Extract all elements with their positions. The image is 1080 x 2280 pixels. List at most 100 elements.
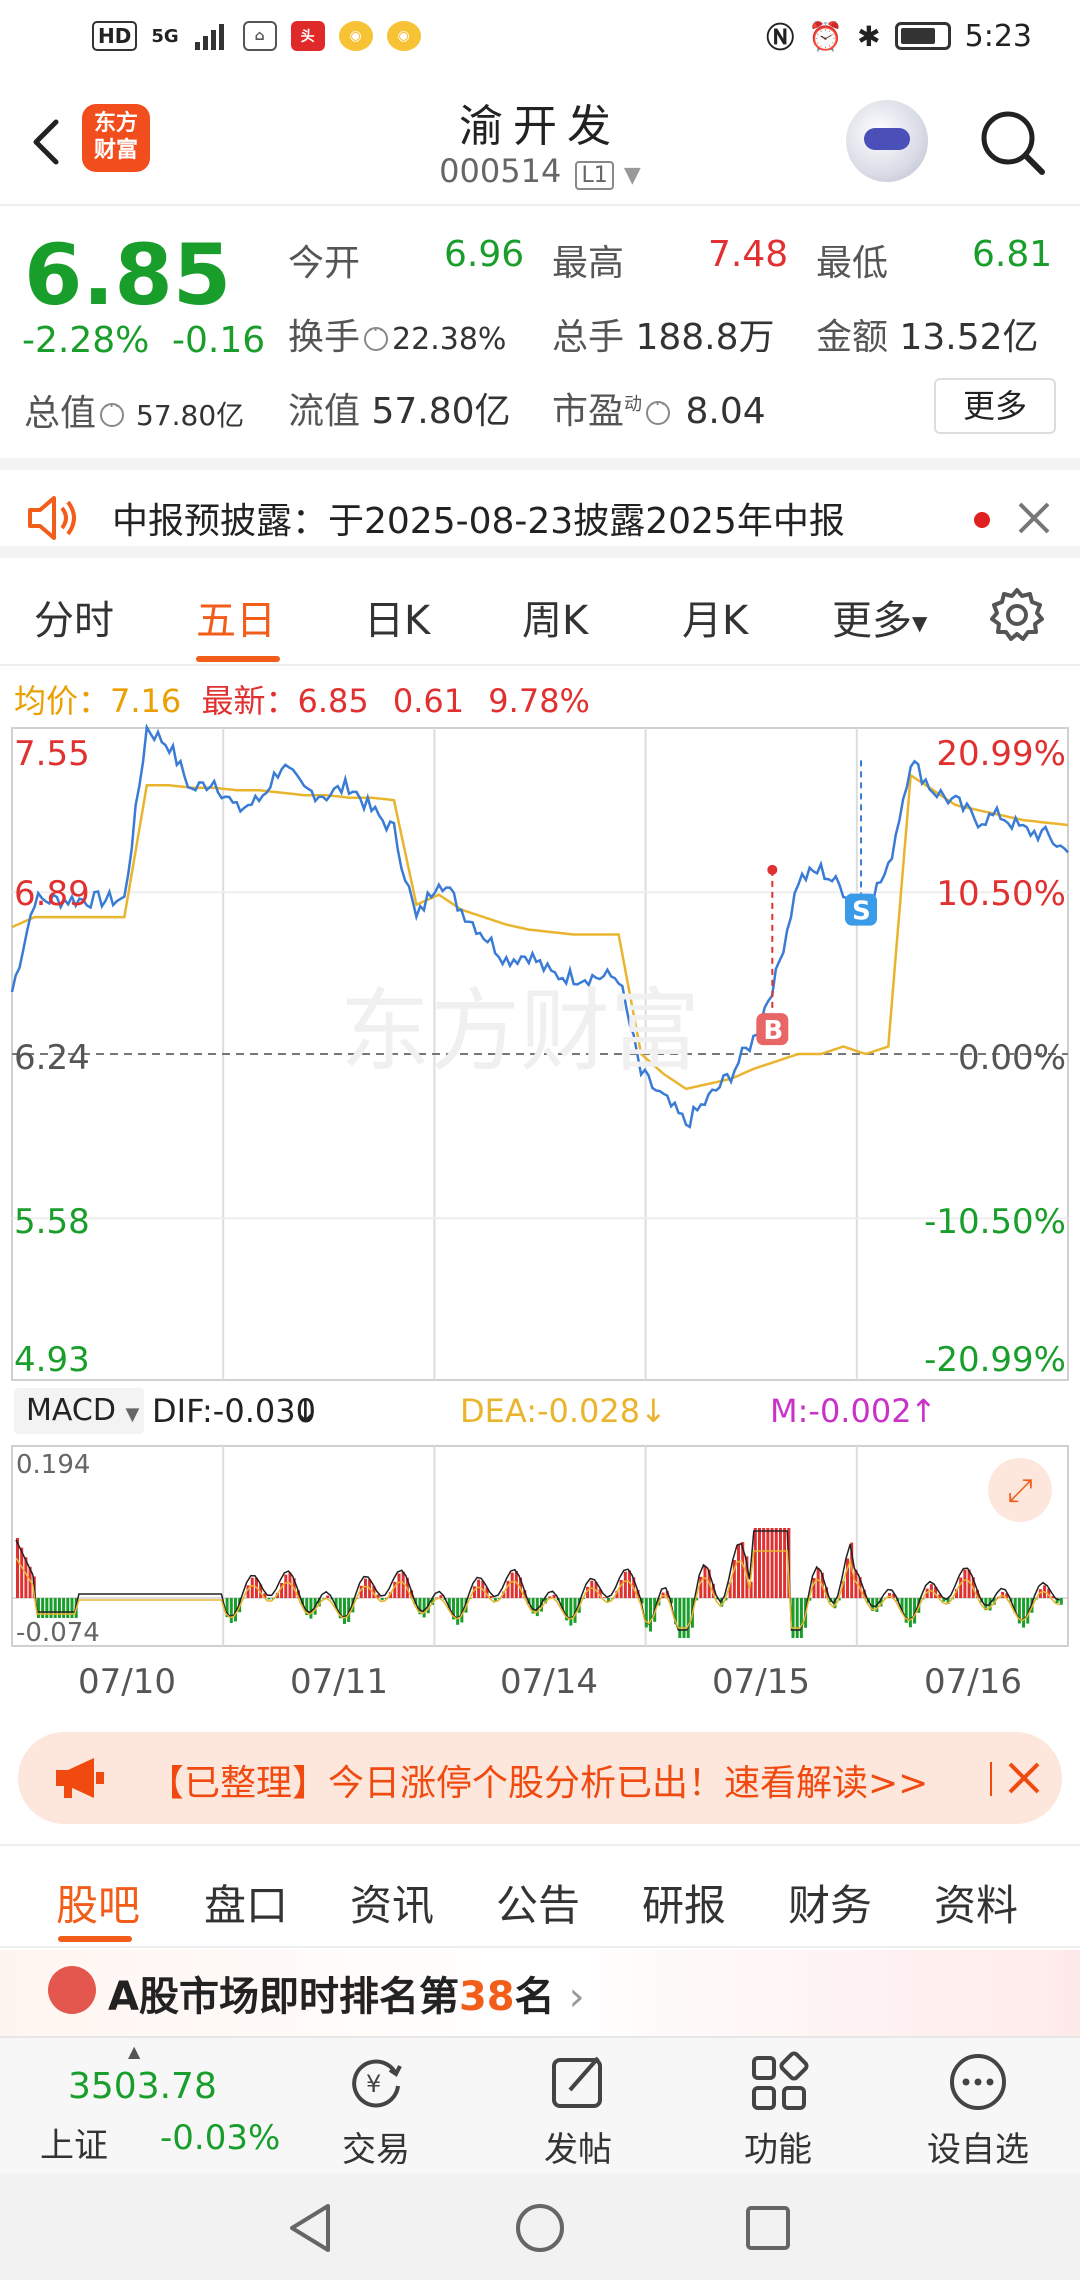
watermark: 东方财富 xyxy=(340,979,700,1084)
rank-text: A股市场即时排名第38名 › xyxy=(108,1974,585,2020)
battery-icon xyxy=(894,22,951,50)
index-change[interactable]: -0.03% xyxy=(160,2118,280,2158)
tab-daily-k[interactable]: 日K xyxy=(364,588,430,646)
y-right-tick: -10.50% xyxy=(924,1202,1066,1242)
ai-assistant-avatar[interactable] xyxy=(846,100,928,182)
macd-bar xyxy=(493,1598,497,1601)
x-tick: 07/16 xyxy=(924,1662,1022,1702)
post-button[interactable]: 发帖 xyxy=(508,2050,648,2171)
m-value: M:-0.002 xyxy=(770,1392,912,1430)
macd-bar xyxy=(456,1598,460,1625)
search-icon[interactable] xyxy=(972,102,1052,182)
trade-button[interactable]: ¥ 交易 xyxy=(306,2050,446,2171)
tab-five-day[interactable]: 五日 xyxy=(196,588,276,646)
close-icon[interactable] xyxy=(1014,498,1054,538)
index-value[interactable]: 3503.78 xyxy=(68,2066,217,2107)
x-tick: 07/14 xyxy=(500,1662,598,1702)
macd-top-label: 0.194 xyxy=(16,1450,91,1480)
add-watchlist-button[interactable]: 设自选 xyxy=(908,2050,1048,2171)
signal-icon xyxy=(194,24,224,50)
macd-bar xyxy=(267,1598,271,1600)
macd-bar xyxy=(778,1528,782,1598)
level-badge: L1 xyxy=(575,161,614,190)
macd-bottom-label: -0.074 xyxy=(16,1618,100,1648)
down-arrow-icon: ↓ xyxy=(640,1392,667,1430)
status-bar: HD 5G ⌂ 头 ◉ ◉ Ⓝ ⏰ ✱ 5:23 xyxy=(0,0,1080,72)
more-button[interactable]: 更多 xyxy=(934,378,1056,434)
macd-bar xyxy=(397,1573,401,1598)
change-percent: -2.28% xyxy=(22,320,150,361)
edit-icon xyxy=(552,2056,602,2108)
macd-bar xyxy=(53,1598,57,1618)
macd-bar xyxy=(309,1598,313,1619)
hd-indicator: HD xyxy=(92,21,138,51)
macd-bar xyxy=(766,1528,770,1598)
chevron-down-icon: ▼ xyxy=(125,1404,140,1425)
more-dots-icon xyxy=(950,2054,1006,2110)
system-nav-bar xyxy=(0,2174,1080,2280)
tab-more[interactable]: 更多▼ xyxy=(832,588,927,646)
macd-bar xyxy=(686,1598,690,1638)
speaker-icon xyxy=(28,496,76,540)
macd-bar xyxy=(229,1598,233,1623)
macd-bar xyxy=(682,1598,686,1638)
promo-banner[interactable]: 【已整理】今日涨停个股分析已出！速看解读>> xyxy=(18,1732,1062,1824)
macd-bar xyxy=(422,1598,426,1618)
amount-field: 金额 13.52亿 xyxy=(816,317,1039,358)
up-arrow-icon: ↑ xyxy=(910,1392,937,1430)
tab-intraday[interactable]: 分时 xyxy=(34,588,114,646)
macd-bar xyxy=(70,1598,74,1618)
tab-guba[interactable]: 股吧 xyxy=(56,1872,140,1933)
tab-research[interactable]: 研报 xyxy=(642,1872,726,1933)
nav-home-icon[interactable] xyxy=(512,2200,568,2256)
x-tick: 07/10 xyxy=(78,1662,176,1702)
close-icon[interactable] xyxy=(1006,1760,1042,1796)
rank-chart-icon xyxy=(48,1966,96,2014)
nav-recents-icon[interactable] xyxy=(740,2200,796,2256)
weibo-notification-icon: ◉ xyxy=(386,21,421,51)
low-label: 最低 xyxy=(816,243,889,284)
stock-header: 东方 财富 渝开发 000514 L1 ▼ xyxy=(0,72,1080,206)
x-axis-dates: 07/10 07/11 07/14 07/15 07/16 xyxy=(0,1662,1080,1712)
notice-bar[interactable]: 中报预披露：于2025-08-23披露2025年中报 xyxy=(0,458,1080,558)
gear-icon[interactable] xyxy=(988,586,1046,644)
svg-text:¥: ¥ xyxy=(366,2070,381,2098)
macd-bar xyxy=(783,1528,787,1598)
active-tab-indicator xyxy=(196,656,280,662)
tab-monthly-k[interactable]: 月K xyxy=(682,588,748,646)
caret-up-icon: ▲ xyxy=(128,2042,141,2061)
chevron-down-icon: ▼ xyxy=(912,611,928,635)
grid-icon xyxy=(752,2051,809,2110)
unread-dot xyxy=(974,512,990,528)
macd-bar xyxy=(762,1528,766,1598)
high-value: 7.48 xyxy=(708,234,789,275)
y-left-tick: 6.24 xyxy=(14,1038,90,1078)
alarm-icon: ⏰ xyxy=(808,19,844,53)
high-label: 最高 xyxy=(552,243,625,284)
market-rank-row[interactable]: A股市场即时排名第38名 › xyxy=(0,1950,1080,2036)
macd-bar xyxy=(795,1598,799,1638)
tab-announcements[interactable]: 公告 xyxy=(496,1872,580,1933)
indicator-selector[interactable]: MACD ▼ xyxy=(14,1388,144,1434)
notice-text: 中报预披露：于2025-08-23披露2025年中报 xyxy=(112,501,845,542)
chart-period-tabs: 分时 五日 日K 周K 月K 更多▼ xyxy=(0,570,1080,666)
macd-bar xyxy=(908,1598,912,1628)
five-day-chart[interactable]: BS 东方财富 7.55 6.89 6.24 5.58 4.93 20.99% … xyxy=(0,722,1080,1662)
macd-bar xyxy=(757,1528,761,1598)
tab-pankou[interactable]: 盘口 xyxy=(204,1872,288,1933)
macd-bar xyxy=(284,1574,288,1598)
chevron-right-icon: › xyxy=(568,1974,585,2020)
tab-finance[interactable]: 财务 xyxy=(788,1872,872,1933)
index-name[interactable]: 上证 xyxy=(40,2118,108,2167)
macd-bar xyxy=(648,1598,652,1632)
tab-news[interactable]: 资讯 xyxy=(350,1872,434,1933)
nav-back-icon[interactable] xyxy=(284,2200,340,2256)
tab-profile[interactable]: 资料 xyxy=(934,1872,1018,1933)
expand-icon[interactable]: ⤢ xyxy=(988,1458,1052,1522)
macd-bar xyxy=(1059,1598,1063,1605)
notification-app-icon: ⌂ xyxy=(242,21,277,51)
x-tick: 07/11 xyxy=(290,1662,388,1702)
tab-weekly-k[interactable]: 周K xyxy=(522,588,588,646)
pe-field: 市盈动 8.04 xyxy=(552,382,766,434)
functions-button[interactable]: 功能 xyxy=(708,2050,848,2171)
